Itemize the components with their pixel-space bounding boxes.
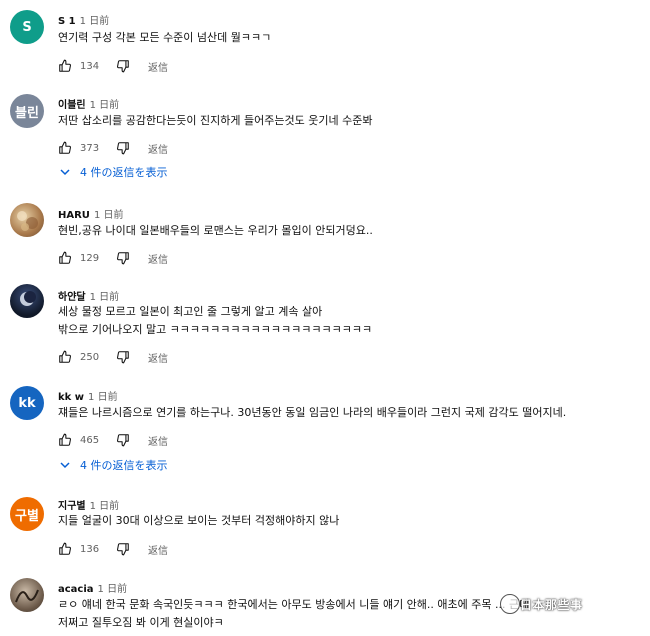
avatar[interactable]	[10, 578, 44, 612]
reply-button[interactable]: 返信	[148, 433, 168, 448]
avatar[interactable]	[10, 284, 44, 318]
timestamp[interactable]: 1 日前	[98, 584, 128, 595]
timestamp[interactable]: 1 日前	[88, 392, 118, 403]
author-name[interactable]: 지구별	[58, 501, 86, 512]
comment-text: 저딴 삽소리를 공감한다는듯이 진지하게 들어주는것도 웃기네 수준봐	[58, 114, 373, 127]
like-count: 129	[80, 252, 100, 264]
comment-actions: 250 返信	[58, 349, 168, 365]
moon-image	[20, 291, 36, 306]
author-name[interactable]: kk w	[58, 392, 84, 403]
watermark: 日本那些事	[520, 598, 583, 612]
author-name[interactable]: S 1	[58, 16, 76, 27]
like-icon[interactable]	[58, 350, 72, 364]
like-count: 134	[80, 60, 100, 72]
avatar[interactable]: S	[10, 10, 44, 44]
reply-button[interactable]: 返信	[148, 350, 168, 365]
comment-actions: 465 返信	[58, 432, 168, 448]
view-replies-label: 4 件の返信を表示	[80, 459, 168, 472]
like-count: 136	[80, 543, 100, 555]
timestamp[interactable]: 1 日前	[90, 501, 120, 512]
chevron-down-icon	[60, 169, 70, 176]
comment-text: 쟤들은 나르시즘으로 연기를 하는구나. 30년동안 동일 임금인 나라의 배우…	[58, 406, 567, 419]
watermark-icon	[500, 594, 520, 614]
timestamp[interactable]: 1 日前	[80, 16, 110, 27]
comment-actions: 136 返信	[58, 541, 168, 557]
view-replies-label: 4 件の返信を表示	[80, 166, 168, 179]
reply-button[interactable]: 返信	[148, 251, 168, 266]
timestamp[interactable]: 1 日前	[90, 100, 120, 111]
comment-text: 지들 얼굴이 30대 이상으로 보이는 것부터 걱정해야하지 않나	[58, 514, 340, 527]
like-icon[interactable]	[58, 141, 72, 155]
comment-text: 세상 물정 모르고 일본이 최고인 줄 그렇게 알고 계속 살아 밖으로 기어나오…	[58, 305, 373, 336]
author-name[interactable]: acacia	[58, 584, 94, 595]
avatar[interactable]: 구별	[10, 497, 44, 531]
like-icon[interactable]	[58, 251, 72, 265]
comment-actions: 373 返信	[58, 140, 168, 156]
dislike-icon[interactable]	[116, 350, 130, 364]
reply-button[interactable]: 返信	[148, 59, 168, 74]
like-icon[interactable]	[58, 542, 72, 556]
comment-text: 현빈,공유 나이대 일본배우들의 로맨스는 우리가 몰입이 안되거덩요..	[58, 224, 373, 237]
view-replies-button[interactable]: 4 件の返信を表示	[60, 164, 168, 180]
view-replies-button[interactable]: 4 件の返信を表示	[60, 457, 168, 473]
avatar[interactable]: 블린	[10, 94, 44, 128]
avatar-image	[15, 589, 39, 603]
avatar-image	[17, 211, 38, 231]
avatar[interactable]	[10, 203, 44, 237]
author-name[interactable]: HARU	[58, 210, 90, 221]
dislike-icon[interactable]	[116, 59, 130, 73]
dislike-icon[interactable]	[116, 251, 130, 265]
reply-button[interactable]: 返信	[148, 542, 168, 557]
dislike-icon[interactable]	[116, 141, 130, 155]
like-icon[interactable]	[58, 433, 72, 447]
reply-button[interactable]: 返信	[148, 141, 168, 156]
like-icon[interactable]	[58, 59, 72, 73]
comment-actions: 129 返信	[58, 250, 168, 266]
author-name[interactable]: 하얀달	[58, 292, 86, 303]
chevron-down-icon	[60, 462, 70, 469]
author-name[interactable]: 이블린	[58, 100, 86, 111]
comment-text: ㄹㅇ 얘네 한국 문화 속국인듯ㅋㅋㅋ 한국에서는 아무도 방송에서 니들 얘기…	[58, 598, 530, 629]
like-count: 465	[80, 434, 100, 446]
timestamp[interactable]: 1 日前	[90, 292, 120, 303]
dislike-icon[interactable]	[116, 433, 130, 447]
timestamp[interactable]: 1 日前	[94, 210, 124, 221]
dislike-icon[interactable]	[116, 542, 130, 556]
like-count: 250	[80, 351, 100, 363]
comment-actions: 134 返信	[58, 58, 168, 74]
comment-text: 연기력 구성 각본 모든 수준이 넘산데 뭘ㅋㅋㄱ	[58, 31, 272, 44]
avatar[interactable]: kk	[10, 386, 44, 420]
like-count: 373	[80, 142, 100, 154]
